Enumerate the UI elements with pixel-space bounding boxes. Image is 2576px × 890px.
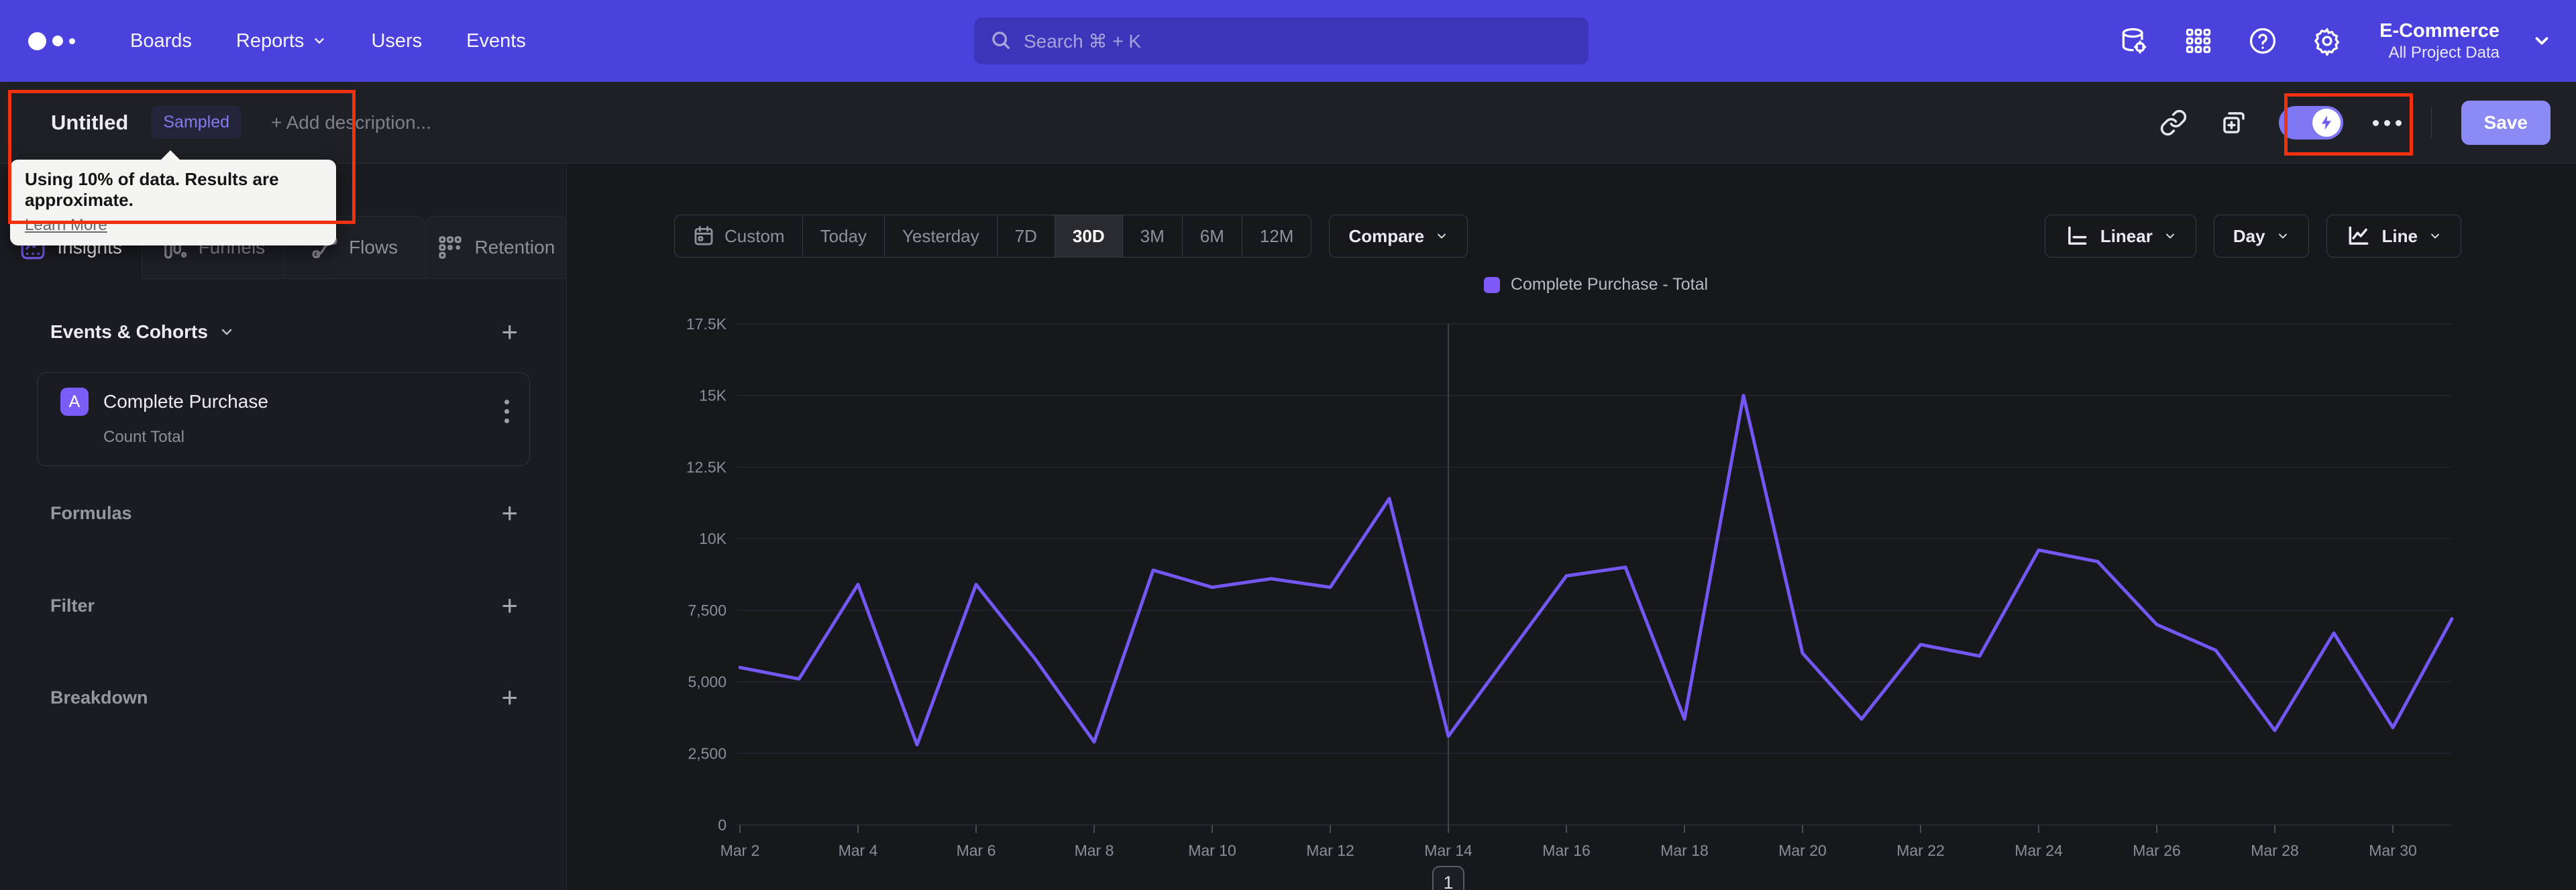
formulas-label: Formulas [50, 502, 132, 523]
nav-item-reports[interactable]: Reports [236, 30, 327, 52]
nav-item-boards[interactable]: Boards [130, 30, 192, 52]
event-card[interactable]: A Complete Purchase Count Total [37, 372, 530, 466]
x-axis-label: Mar 10 [1188, 842, 1236, 859]
chevron-down-icon [315, 38, 325, 44]
learn-more-link[interactable]: Learn More [25, 216, 107, 235]
more-options-icon[interactable] [2372, 119, 2402, 126]
top-nav: Boards Reports Users Events Search ⌘ + K E-… [0, 0, 2576, 82]
quick-insights-toggle[interactable] [2278, 106, 2343, 140]
filter-label: Filter [50, 595, 95, 616]
settings-gear-icon[interactable] [2311, 25, 2343, 57]
y-axis-label: 0 [718, 816, 727, 834]
add-description[interactable]: + Add description... [271, 112, 431, 133]
event-row: A Complete Purchase [60, 388, 529, 416]
add-to-board-icon[interactable] [2218, 107, 2249, 138]
x-axis-label: Mar 14 [1424, 842, 1472, 859]
series-line[interactable] [738, 394, 2454, 746]
data-management-icon[interactable] [2118, 25, 2150, 57]
events-cohorts-heading[interactable]: Events & Cohorts [50, 321, 235, 343]
project-selector[interactable]: E-Commerce All Project Data [2379, 20, 2500, 62]
y-axis-label: 10K [699, 530, 727, 547]
event-name: Complete Purchase [103, 391, 268, 412]
x-axis-label: Mar 18 [1660, 842, 1709, 859]
annotation-number: 1 [1443, 873, 1453, 890]
project-scope: All Project Data [2388, 43, 2500, 62]
report-actions: Save [2158, 82, 2551, 164]
breakdown-label: Breakdown [50, 687, 148, 708]
x-axis-label: Mar 24 [2015, 842, 2063, 859]
add-breakdown-button[interactable]: + [501, 683, 518, 712]
tab-label: Flows [349, 237, 398, 258]
toggle-knob [2312, 109, 2341, 137]
tooltip-text: Using 10% of data. Results are approxima… [25, 169, 279, 210]
event-badge: A [60, 388, 89, 416]
copy-link-icon[interactable] [2158, 107, 2189, 138]
y-axis-label: 7,500 [688, 602, 727, 619]
sampled-badge[interactable]: Sampled [151, 106, 242, 139]
event-menu-icon[interactable] [504, 400, 509, 423]
y-axis-label: 12.5K [686, 458, 727, 476]
help-icon[interactable] [2247, 25, 2279, 57]
events-cohorts-row: Events & Cohorts + [50, 318, 518, 346]
add-filter-button[interactable]: + [501, 592, 518, 620]
x-axis-label: Mar 6 [957, 842, 996, 859]
y-axis-label: 17.5K [686, 315, 727, 333]
x-axis-label: Mar 4 [839, 842, 878, 859]
retention-icon [439, 236, 462, 259]
report-title[interactable]: Untitled [51, 111, 128, 135]
formulas-row: Formulas + [50, 499, 518, 527]
chart-panel: Custom Today Yesterday 7D 30D 3M 6M 12M Compare… [567, 164, 2576, 890]
y-axis-label: 5,000 [688, 673, 727, 691]
x-axis-label: Mar 22 [1896, 842, 1945, 859]
save-button[interactable]: Save [2461, 101, 2551, 145]
breakdown-row: Breakdown + [50, 683, 518, 712]
primary-nav: Boards Reports Users Events [130, 30, 526, 52]
x-axis-label: Mar 28 [2251, 842, 2299, 859]
filter-row: Filter + [50, 592, 518, 620]
project-name: E-Commerce [2379, 19, 2500, 42]
report-header: Untitled Sampled + Add description... Sa… [0, 82, 2576, 164]
search-input[interactable]: Search ⌘ + K [974, 17, 1589, 64]
divider [2430, 107, 2432, 138]
x-axis-label: Mar 12 [1306, 842, 1354, 859]
nav-item-events[interactable]: Events [466, 30, 526, 52]
y-axis-label: 2,500 [688, 744, 727, 762]
add-formula-button[interactable]: + [501, 499, 518, 527]
x-axis-label: Mar 8 [1075, 842, 1114, 859]
apps-grid-icon[interactable] [2182, 25, 2214, 57]
chevron-down-icon[interactable] [2532, 31, 2552, 51]
x-axis-label: Mar 20 [1778, 842, 1827, 859]
add-event-button[interactable]: + [501, 318, 518, 346]
event-metric[interactable]: Count Total [103, 428, 529, 447]
y-axis-label: 15K [699, 387, 727, 404]
line-chart[interactable]: 0 2,500 5,000 7,500 10K 12.5K 15K 17.5K Mar 2 Mar… [567, 164, 2576, 890]
lightning-bolt-icon [2321, 115, 2331, 130]
sampling-tooltip: Using 10% of data. Results are approxima… [10, 160, 336, 245]
search-icon [992, 32, 1010, 50]
search-placeholder: Search ⌘ + K [1024, 30, 1142, 52]
tab-retention[interactable]: Retention [425, 216, 567, 279]
x-axis-label: Mar 26 [2133, 842, 2181, 859]
nav-item-users[interactable]: Users [371, 30, 422, 52]
tooltip-caret [160, 150, 181, 161]
page: Boards Reports Users Events Search ⌘ + K E-… [0, 0, 2576, 890]
x-axis-label: Mar 16 [1542, 842, 1591, 859]
x-axis-label: Mar 30 [2369, 842, 2417, 859]
x-axis-label: Mar 2 [720, 842, 760, 859]
tab-label: Retention [474, 237, 555, 258]
chevron-down-icon [221, 329, 232, 335]
nav-right: E-Commerce All Project Data [2118, 0, 2552, 82]
mixpanel-logo-icon[interactable] [28, 32, 82, 50]
query-sidebar: Insights Funnels Flows Retention Events … [0, 164, 567, 890]
